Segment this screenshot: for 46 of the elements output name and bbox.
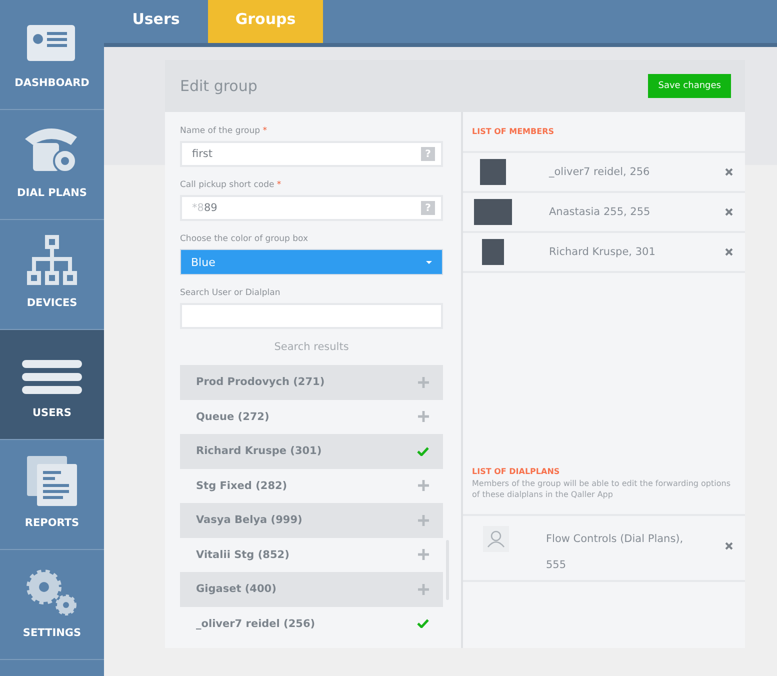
tab[interactable]: Users bbox=[104, 0, 208, 43]
close-icon[interactable] bbox=[725, 168, 733, 176]
check-icon[interactable] bbox=[417, 619, 429, 628]
plus-icon[interactable] bbox=[418, 514, 429, 526]
plus-icon[interactable] bbox=[418, 411, 429, 422]
input-field[interactable]: *889 ? bbox=[180, 195, 443, 221]
documents-icon bbox=[26, 455, 78, 507]
photo-placeholder bbox=[482, 239, 504, 265]
save-button[interactable]: Save changes bbox=[648, 74, 731, 98]
section-note: Members of the group will be able to edit the forwarding options of these dialplans in the Qaller App bbox=[471, 478, 732, 501]
sidebar-item[interactable]: USERS bbox=[0, 330, 104, 440]
result-item[interactable]: Vasya Belya (999) bbox=[180, 503, 443, 538]
plus-icon[interactable] bbox=[418, 376, 429, 388]
field-label: Choose the color of group box bbox=[180, 234, 310, 244]
input-field[interactable]: first ? bbox=[180, 141, 443, 167]
result-item[interactable]: Prod Prodovych (271) bbox=[180, 365, 443, 400]
result-item[interactable]: Gigaset (400) bbox=[180, 572, 443, 606]
plus-icon[interactable] bbox=[418, 584, 429, 595]
close-icon[interactable] bbox=[725, 248, 733, 256]
section-heading: LIST OF MEMBERS bbox=[471, 126, 555, 138]
gears-icon bbox=[26, 569, 78, 617]
close-icon[interactable] bbox=[725, 208, 733, 216]
field-label: Name of the group * bbox=[180, 126, 268, 136]
panel-title: Edit group bbox=[180, 77, 258, 95]
field-label: Search User or Dialplan bbox=[180, 288, 282, 298]
result-item[interactable]: Richard Kruspe (301) bbox=[180, 434, 443, 468]
tab[interactable]: Groups bbox=[208, 0, 323, 43]
section-heading: LIST OF DIALPLANS bbox=[471, 466, 561, 476]
member-name: Anastasia 255, 255 bbox=[549, 206, 652, 218]
dialplan-name: Flow Controls (Dial Plans), 555 bbox=[546, 532, 684, 573]
close-icon[interactable] bbox=[725, 542, 733, 550]
photo-placeholder bbox=[474, 199, 512, 225]
member-name: Richard Kruspe, 301 bbox=[549, 246, 656, 258]
field-label: Call pickup short code * bbox=[180, 180, 282, 190]
photo-placeholder bbox=[480, 159, 506, 185]
menu-icon bbox=[21, 359, 83, 397]
member-name: _oliver7 reidel, 256 bbox=[549, 166, 651, 178]
plus-icon[interactable] bbox=[418, 480, 429, 492]
check-icon[interactable] bbox=[417, 446, 429, 456]
results-heading: Search results bbox=[274, 341, 349, 353]
color-dropdown[interactable]: Blue bbox=[180, 249, 443, 275]
caret-icon bbox=[426, 260, 432, 264]
user-icon bbox=[483, 526, 509, 552]
plus-icon[interactable] bbox=[418, 549, 429, 560]
search-field[interactable] bbox=[180, 303, 443, 329]
hierarchy-icon bbox=[27, 235, 77, 287]
